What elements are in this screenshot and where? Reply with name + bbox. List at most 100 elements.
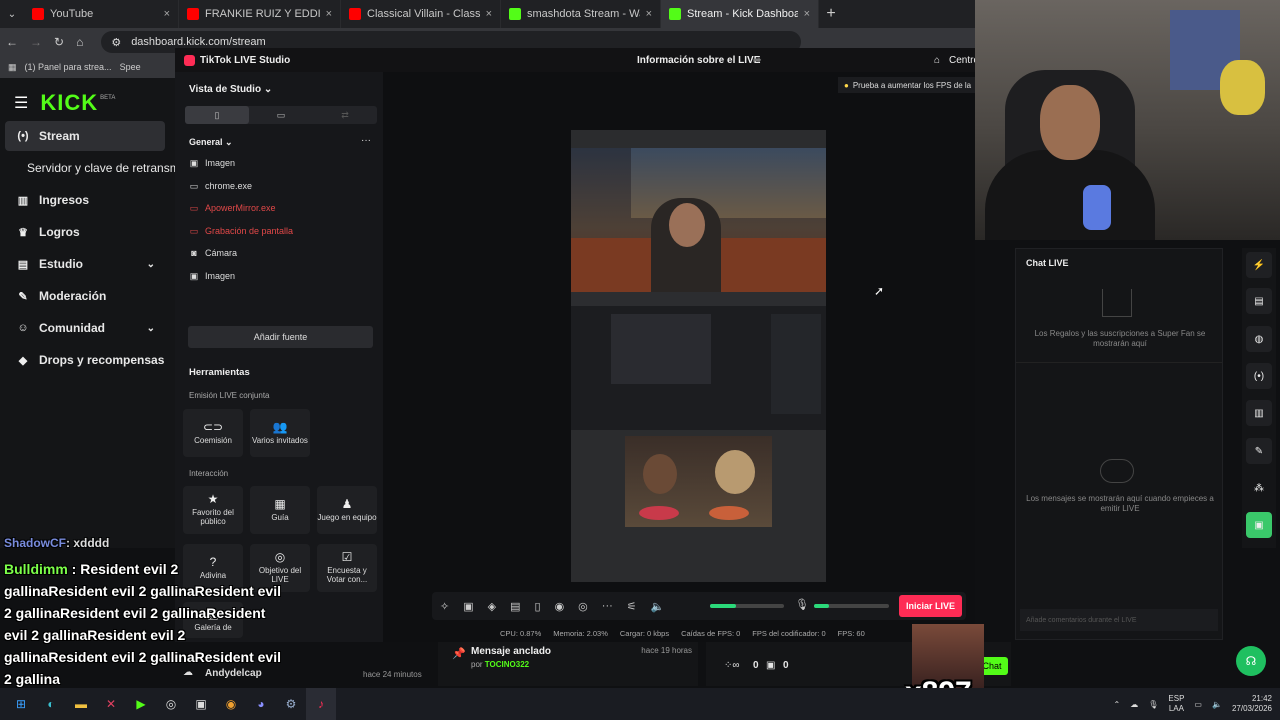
hamburger-icon[interactable]: ☰ [14,93,28,113]
source-item[interactable]: ▣ Imagen [189,267,235,285]
microphone-icon[interactable]: 🎙 [795,598,809,611]
tiktok-icon[interactable]: ♪ [306,688,336,720]
mic-slider[interactable] [814,604,889,608]
effects-icon[interactable]: ▣ [463,600,473,613]
wrench-icon[interactable]: ✎ [1246,438,1272,464]
source-item[interactable]: ▣ Imagen [189,154,235,172]
filter-icon[interactable]: ◈ [488,600,496,613]
steam-icon[interactable]: ⚙ [276,688,306,720]
landscape-icon[interactable]: ▭ [249,106,313,124]
home-icon[interactable]: ⌂ [934,55,940,66]
close-icon[interactable]: × [804,8,810,20]
site-info-icon[interactable]: ⚙ [111,36,121,49]
boost-icon[interactable]: ⚡ [1246,252,1272,278]
general-scene-dropdown[interactable]: General ⌄ [189,137,233,148]
chevron-down-icon[interactable]: ⌄ [147,259,155,270]
network-icon[interactable]: ▭ [1194,700,1202,709]
close-icon[interactable]: × [326,8,332,20]
source-item-error[interactable]: ▭ ApowerMirror.exe [189,199,276,217]
chat-input[interactable]: Añade comentarios durante el LIVE [1020,609,1218,631]
network-icon[interactable]: ⁂ [1246,475,1272,501]
sidebar-item-moderacion[interactable]: ✎ Moderación [5,281,165,311]
guide-button[interactable]: ▦ Guía [250,486,310,534]
go-live-button[interactable]: Iniciar LIVE [899,595,962,617]
tab-search-chevron-icon[interactable]: ⌄ [0,9,24,20]
sidebar-item-estudio[interactable]: ▤ Estudio ⌄ [5,249,165,279]
cloud-icon[interactable]: ☁ [1130,700,1138,709]
more-options-icon[interactable]: ··· [361,135,371,146]
record-icon[interactable]: ◉ [555,600,565,613]
rotate-icon[interactable]: ⇄ [313,106,377,124]
chat-icon[interactable]: ◍ [1246,326,1272,352]
gift-icon[interactable]: ▣ [766,660,775,671]
source-item[interactable]: ◙ Cámara [189,244,237,262]
close-icon[interactable]: × [486,8,492,20]
browser-tab-frankie[interactable]: FRANKIE RUIZ Y EDDIE SANTIAGO × [179,0,341,28]
edge-icon[interactable]: ◐ [36,688,66,720]
browser-tab-youtube[interactable]: YouTube × [24,0,179,28]
stream-preview-canvas[interactable] [571,130,826,582]
team-game-button[interactable]: ♟ Juego en equipo [317,486,377,534]
studio-view-dropdown[interactable]: Vista de Studio ⌄ [189,84,272,95]
pinned-user[interactable]: TOCINO322 [485,660,529,669]
magic-wand-icon[interactable]: ✧ [440,600,449,613]
app-x-icon[interactable]: ✕ [96,688,126,720]
discord-icon[interactable]: ◕ [246,688,276,720]
add-source-button[interactable]: Añadir fuente [188,326,373,348]
audience-favorite-button[interactable]: ★ Favorito del público [183,486,243,534]
sidebar-item-server-key[interactable]: Servidor y clave de retransmisión [5,153,180,183]
bookmark-spee[interactable]: Spee [120,62,141,72]
chevron-down-icon[interactable]: ⌄ [147,323,155,334]
portrait-icon[interactable]: ▯ [185,106,249,124]
sidebar-item-drops[interactable]: ◆ Drops y recompensas [5,345,165,375]
file-explorer-icon[interactable]: ▬ [66,688,96,720]
live-info-link[interactable]: Información sobre el LIVE [637,55,760,66]
browser-tab-classical[interactable]: Classical Villain - Classical M × [341,0,501,28]
connection-icon[interactable]: ⁘∞ [724,660,740,671]
volume-icon[interactable]: 🔈 [1212,700,1222,709]
app-icon[interactable]: ▣ [1246,512,1272,538]
browser-tab-smashdota[interactable]: smashdota Stream - Watch Live × [501,0,661,28]
layout-icon[interactable]: ▤ [510,600,520,613]
sidebar-item-ingresos[interactable]: ▥ Ingresos [5,185,165,215]
reload-icon[interactable]: ↻ [54,35,64,49]
andy-user[interactable]: Andydelcap [205,668,262,679]
app-window-icon[interactable]: ▣ [186,688,216,720]
windows-start-icon[interactable]: ⊞ [6,688,36,720]
support-icon[interactable]: ☊ [1236,646,1266,676]
multi-guest-button[interactable]: 👥 Varios invitados [250,409,310,457]
chrome-icon[interactable]: ◉ [216,688,246,720]
poll-button[interactable]: ☑ Encuesta y Votar con... [317,544,377,592]
coemission-button[interactable]: ⊂⊃ Coemisión [183,409,243,457]
clock[interactable]: 21:42 27/03/2026 [1232,694,1272,715]
obs-icon[interactable]: ◎ [156,688,186,720]
sidebar-item-comunidad[interactable]: ☺ Comunidad ⌄ [5,313,165,343]
tray-chevron-icon[interactable]: ⌃ [1114,700,1121,709]
sidebar-item-stream[interactable]: (•) Stream [5,121,165,151]
bookmark-panel[interactable]: (1) Panel para strea... [25,62,112,72]
volume-slider[interactable] [710,604,784,608]
fps-tip[interactable]: ● Prueba a aumentar los FPS de la [838,77,975,93]
sidebar-item-logros[interactable]: ♛ Logros [5,217,165,247]
speaker-icon[interactable]: 🔈 [651,600,665,613]
printer-icon[interactable]: ▥ [1246,400,1272,426]
back-icon[interactable]: ← [6,35,18,49]
phone-icon[interactable]: ▯ [535,600,541,613]
broadcast-icon[interactable]: (•) [1246,363,1272,389]
forward-icon[interactable]: → [30,35,42,49]
browser-tab-kick-dashboard[interactable]: Stream - Kick Dashboard × [661,0,819,28]
share-icon[interactable]: ➦ [753,55,761,66]
source-item-error[interactable]: ▭ Grabación de pantalla [189,222,293,240]
close-icon[interactable]: × [646,8,652,20]
settings-sliders-icon[interactable]: ⚟ [627,600,637,613]
apps-grid-icon[interactable]: ▦ [8,62,17,73]
clip-icon[interactable]: ◎ [578,600,588,613]
source-item[interactable]: ▭ chrome.exe [189,177,252,195]
play-icon[interactable]: ▶ [126,688,156,720]
mic-tray-icon[interactable]: 🎙 [1148,700,1158,709]
close-icon[interactable]: × [164,8,170,20]
document-icon[interactable]: ▤ [1246,288,1272,314]
new-tab-button[interactable]: + [819,5,843,23]
home-icon[interactable]: ⌂ [76,35,83,49]
more-icon[interactable]: ··· [602,600,613,612]
